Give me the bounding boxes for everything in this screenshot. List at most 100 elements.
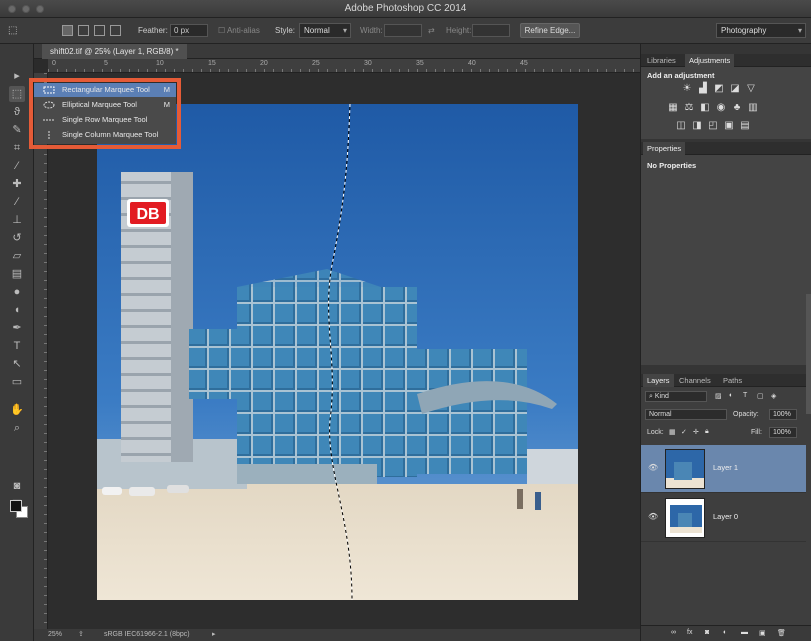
eraser-tool-icon[interactable]: ▱ xyxy=(9,248,25,264)
channel-mixer-icon[interactable]: ♣ xyxy=(731,103,743,113)
single-column-marquee-icon xyxy=(48,131,50,139)
lock-all-icon[interactable]: 🔒︎ xyxy=(705,428,709,436)
feather-input[interactable]: 0 px xyxy=(170,24,208,37)
brush-tool-icon[interactable]: ∕ xyxy=(9,194,25,210)
lock-transparent-icon[interactable]: ▦ xyxy=(669,428,676,436)
new-group-icon[interactable]: ▬ xyxy=(741,629,748,636)
rectangle-marquee-icon xyxy=(43,86,55,94)
flyout-item-single-column-marquee[interactable]: Single Column Marquee Tool xyxy=(34,128,176,142)
history-brush-tool-icon[interactable]: ↺ xyxy=(9,230,25,246)
filter-type-icon[interactable]: T xyxy=(743,392,747,399)
horizontal-ruler[interactable] xyxy=(48,59,640,73)
eyedropper-tool-icon[interactable]: ⁄ xyxy=(9,158,25,174)
gradient-map-icon[interactable]: ▣ xyxy=(723,121,735,131)
color-balance-icon[interactable]: ⚖ xyxy=(683,103,695,113)
flyout-item-label: Single Column Marquee Tool xyxy=(62,130,159,139)
workspace-select[interactable]: Photography xyxy=(716,23,806,38)
pen-tool-icon[interactable]: ✒ xyxy=(9,320,25,336)
exposure-icon[interactable]: ◪ xyxy=(729,84,741,94)
threshold-icon[interactable]: ◰ xyxy=(707,121,719,131)
opacity-input[interactable]: 100% xyxy=(769,409,797,420)
quick-selection-tool-icon[interactable]: ✎ xyxy=(9,122,25,138)
new-selection-icon[interactable] xyxy=(62,25,73,36)
vibrance-icon[interactable]: ▽ xyxy=(745,84,757,94)
lock-position-icon[interactable]: ✛ xyxy=(693,428,699,436)
marquee-tool-icon[interactable]: ⬚ xyxy=(9,86,25,102)
black-white-icon[interactable]: ◧ xyxy=(699,103,711,113)
foreground-color-swatch[interactable] xyxy=(10,500,22,512)
tab-paths[interactable]: Paths xyxy=(719,374,746,387)
options-bar: ⬚ Feather: 0 px ☐ Anti-alias Style: Norm… xyxy=(0,18,811,44)
photo-filter-icon[interactable]: ◉ xyxy=(715,103,727,113)
lock-image-icon[interactable]: ✓ xyxy=(681,428,687,436)
window-title: Adobe Photoshop CC 2014 xyxy=(344,3,467,14)
anti-alias-checkbox[interactable]: ☐ Anti-alias xyxy=(218,24,260,38)
flyout-item-rectangular-marquee[interactable]: Rectangular Marquee Tool M xyxy=(34,83,176,97)
tab-layers[interactable]: Layers xyxy=(643,374,674,387)
crop-tool-icon[interactable]: ⌗ xyxy=(9,140,25,156)
healing-brush-tool-icon[interactable]: ✚ xyxy=(9,176,25,192)
color-lookup-icon[interactable]: ▥ xyxy=(747,103,759,113)
shape-tool-icon[interactable]: ▭ xyxy=(9,374,25,390)
flyout-item-elliptical-marquee[interactable]: Elliptical Marquee Tool M xyxy=(34,98,176,112)
filter-adjustment-icon[interactable]: ◐ xyxy=(729,392,733,399)
layer-row-layer-1[interactable]: 👁︎ Layer 1 xyxy=(641,445,806,493)
visibility-eye-icon[interactable]: 👁︎ xyxy=(648,463,658,472)
trash-icon[interactable]: 🗑︎ xyxy=(777,629,786,637)
type-tool-icon[interactable]: T xyxy=(9,338,25,354)
style-select[interactable]: Normal xyxy=(299,23,351,38)
zoom-tool-icon[interactable]: ⌕ xyxy=(9,420,25,436)
filter-pixel-icon[interactable]: ▨ xyxy=(715,392,722,400)
layer-row-layer-0[interactable]: 👁︎ Layer 0 xyxy=(641,494,806,542)
hue-saturation-icon[interactable]: ▦ xyxy=(667,103,679,113)
lasso-tool-icon[interactable]: ϑ xyxy=(9,104,25,120)
tab-libraries[interactable]: Libraries xyxy=(643,54,680,67)
brightness-icon[interactable]: ☀ xyxy=(681,84,693,94)
status-menu-arrow-icon[interactable]: ▸ xyxy=(212,629,216,641)
add-to-selection-icon[interactable] xyxy=(78,25,89,36)
flyout-item-single-row-marquee[interactable]: Single Row Marquee Tool xyxy=(34,113,176,127)
properties-panel: No Properties xyxy=(641,155,811,365)
document-tab[interactable]: shift02.tif @ 25% (Layer 1, RGB/8) * xyxy=(42,44,187,59)
marquee-preset-icon[interactable]: ⬚ xyxy=(8,24,17,38)
clone-stamp-tool-icon[interactable]: ⊥ xyxy=(9,212,25,228)
move-tool-icon[interactable]: ▸ xyxy=(9,68,25,84)
selective-color-icon[interactable]: ▤ xyxy=(739,121,751,131)
quick-mask-icon[interactable]: ◙ xyxy=(9,478,25,494)
blur-tool-icon[interactable]: ● xyxy=(9,284,25,300)
gradient-tool-icon[interactable]: ▤ xyxy=(9,266,25,282)
tab-properties[interactable]: Properties xyxy=(643,142,686,155)
tab-adjustments[interactable]: Adjustments xyxy=(685,54,735,67)
new-layer-icon[interactable]: ▣ xyxy=(759,629,766,637)
refine-edge-button[interactable]: Refine Edge... xyxy=(520,23,580,38)
dodge-tool-icon[interactable]: ◖ xyxy=(9,302,25,318)
visibility-eye-icon[interactable]: 👁︎ xyxy=(648,512,658,521)
blend-mode-select[interactable]: Normal xyxy=(645,409,727,420)
layers-panel: ⌕ Kind ▨ ◐ T ▢ ◈ Normal Opacity: 100% Lo… xyxy=(641,387,811,625)
invert-icon[interactable]: ◫ xyxy=(675,121,687,131)
path-selection-tool-icon[interactable]: ↖ xyxy=(9,356,25,372)
filter-shape-icon[interactable]: ▢ xyxy=(757,392,764,400)
layer-filter-select[interactable]: ⌕ Kind xyxy=(645,391,707,402)
layer-style-icon[interactable]: fx xyxy=(687,629,692,636)
zoom-level[interactable]: 25% xyxy=(48,629,62,641)
vertical-ruler[interactable] xyxy=(34,73,48,629)
fill-input[interactable]: 100% xyxy=(769,427,797,438)
adjustment-layer-icon[interactable]: ◐ xyxy=(723,629,727,636)
subtract-from-selection-icon[interactable] xyxy=(94,25,105,36)
link-layers-icon[interactable]: ∞ xyxy=(671,629,676,636)
curves-icon[interactable]: ◩ xyxy=(713,84,725,94)
panel-scrollbar[interactable] xyxy=(806,294,811,414)
share-icon[interactable]: ⇪ xyxy=(78,629,84,641)
tab-channels[interactable]: Channels xyxy=(675,374,715,387)
levels-icon[interactable]: ▟ xyxy=(697,84,709,94)
hand-tool-icon[interactable]: ✋ xyxy=(9,402,25,418)
width-input[interactable] xyxy=(384,24,422,37)
filter-smart-object-icon[interactable]: ◈ xyxy=(771,392,776,400)
intersect-selection-icon[interactable] xyxy=(110,25,121,36)
layer-mask-icon[interactable]: ◙ xyxy=(705,629,709,636)
posterize-icon[interactable]: ◨ xyxy=(691,121,703,131)
height-input[interactable] xyxy=(472,24,510,37)
swap-dimensions-icon[interactable]: ⇄ xyxy=(428,24,435,38)
photo-canvas[interactable]: DB xyxy=(97,104,578,600)
